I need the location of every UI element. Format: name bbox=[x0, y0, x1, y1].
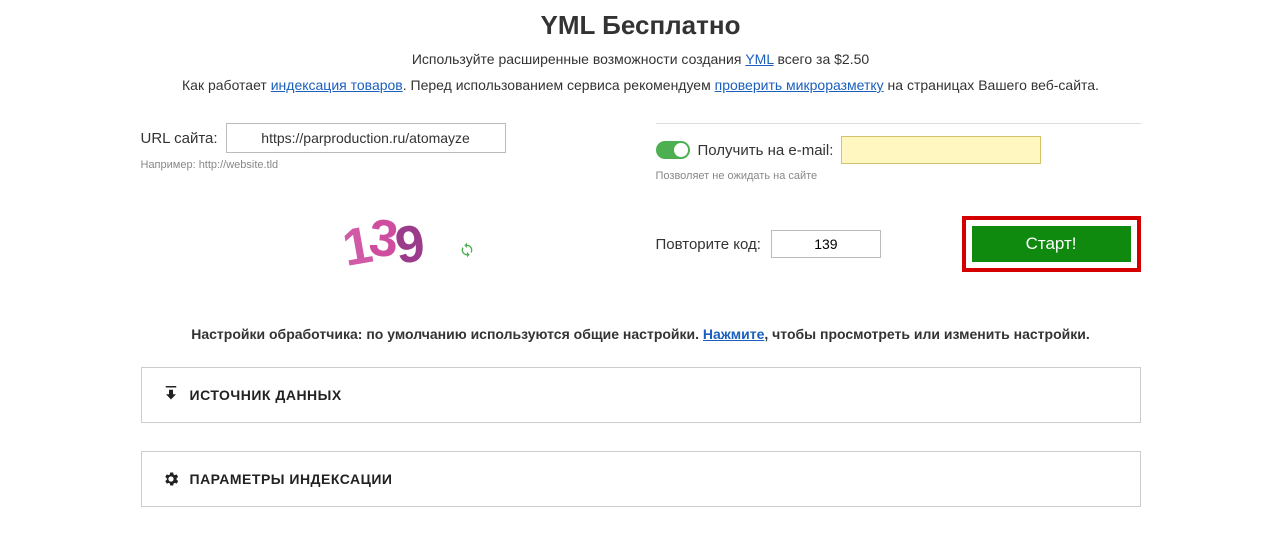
panel-title-1: ИСТОЧНИК ДАННЫХ bbox=[190, 387, 342, 403]
email-hint: Позволяет не ожидать на сайте bbox=[656, 170, 1141, 182]
indexation-link[interactable]: индексация товаров bbox=[271, 77, 403, 93]
captcha-image: 1 3 9 bbox=[313, 211, 453, 281]
sub2-mid: . Перед использованием сервиса рекоменду… bbox=[403, 77, 715, 93]
email-label: Получить на e-mail: bbox=[698, 142, 834, 159]
sub-line-1: Используйте расширенные возможности созд… bbox=[141, 51, 1141, 67]
gear-icon bbox=[162, 470, 180, 488]
yml-link[interactable]: YML bbox=[745, 51, 773, 67]
settings-link[interactable]: Нажмите bbox=[703, 326, 764, 342]
settings-note: Настройки обработчика: по умолчанию испо… bbox=[141, 326, 1141, 342]
email-input[interactable] bbox=[841, 136, 1041, 164]
refresh-icon[interactable] bbox=[459, 242, 475, 263]
sub-line-2: Как работает индексация товаров. Перед и… bbox=[141, 77, 1141, 93]
page-title: YML Бесплатно bbox=[141, 10, 1141, 41]
settings-note-pre: Настройки обработчика: по умолчанию испо… bbox=[191, 326, 703, 342]
sub1-pre: Используйте расширенные возможности созд… bbox=[412, 51, 745, 67]
sub1-post: всего за $2.50 bbox=[774, 51, 870, 67]
url-hint: Например: http://website.tld bbox=[141, 159, 626, 171]
email-toggle[interactable] bbox=[656, 141, 690, 159]
sub2-pre: Как работает bbox=[182, 77, 271, 93]
panel-data-source[interactable]: ИСТОЧНИК ДАННЫХ bbox=[141, 367, 1141, 423]
url-input[interactable] bbox=[226, 123, 506, 153]
url-label: URL сайта: bbox=[141, 130, 226, 147]
download-icon bbox=[162, 386, 180, 404]
captcha-label: Повторите код: bbox=[656, 236, 761, 253]
captcha-digit-3: 9 bbox=[392, 213, 429, 276]
panel-index-params[interactable]: ПАРАМЕТРЫ ИНДЕКСАЦИИ bbox=[141, 451, 1141, 507]
start-button[interactable]: Старт! bbox=[972, 226, 1131, 262]
captcha-input[interactable] bbox=[771, 230, 881, 258]
microdata-link[interactable]: проверить микроразметку bbox=[715, 77, 884, 93]
start-highlight-box: Старт! bbox=[962, 216, 1141, 272]
panel-title-2: ПАРАМЕТРЫ ИНДЕКСАЦИИ bbox=[190, 471, 393, 487]
sub2-post: на страницах Вашего веб-сайта. bbox=[884, 77, 1099, 93]
settings-note-post: , чтобы просмотреть или изменить настрой… bbox=[764, 326, 1089, 342]
